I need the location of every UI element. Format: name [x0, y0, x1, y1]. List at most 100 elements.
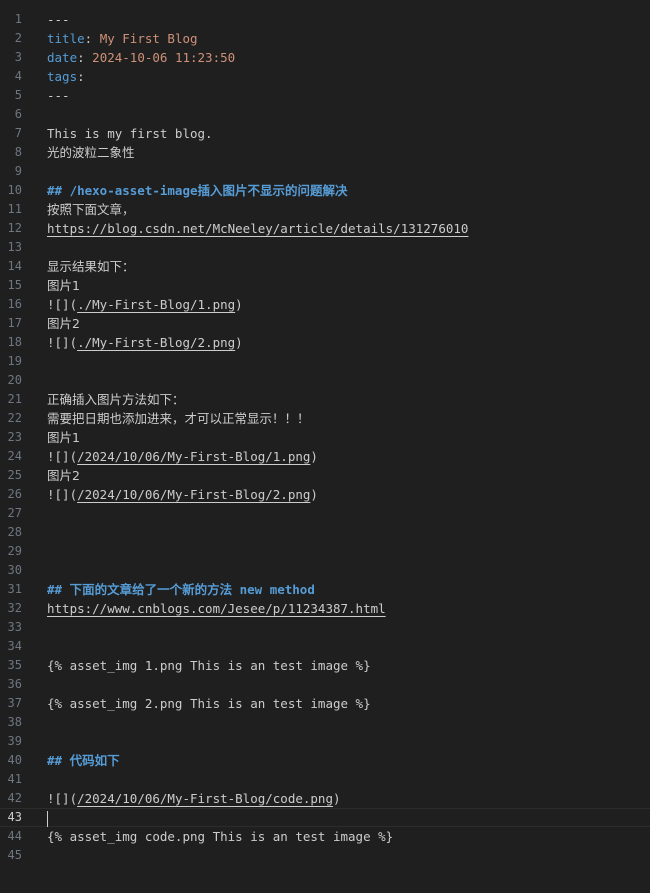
editor-line[interactable]: 4 tags: [0, 67, 650, 86]
line-code[interactable]: 光的波粒二象性 [47, 143, 650, 162]
line-code[interactable]: --- [47, 10, 650, 29]
line-code[interactable]: --- [47, 86, 650, 105]
code-token: ) [235, 335, 243, 350]
code-token: --- [47, 12, 70, 27]
line-code[interactable]: title: My First Blog [47, 29, 650, 48]
editor-line[interactable]: 2 title: My First Blog [0, 29, 650, 48]
editor-line[interactable]: 39 [0, 732, 650, 751]
editor-line[interactable]: 38 [0, 713, 650, 732]
code-token: --- [47, 88, 70, 103]
editor-line[interactable]: 26 ![](/2024/10/06/My-First-Blog/2.png) [0, 485, 650, 504]
editor-line[interactable]: 5 --- [0, 86, 650, 105]
editor-line[interactable]: 22 需要把日期也添加进来，才可以正常显示！！！ [0, 409, 650, 428]
editor-line[interactable]: 32 https://www.cnblogs.com/Jesee/p/112343… [0, 599, 650, 618]
editor-line-current[interactable]: 43 [0, 808, 650, 827]
editor-line[interactable]: 45 [0, 846, 650, 865]
line-number: 38 [7, 715, 22, 729]
line-number: 8 [14, 145, 22, 159]
editor-line[interactable]: 3 date: 2024-10-06 11:23:50 [0, 48, 650, 67]
line-code[interactable]: https://www.cnblogs.com/Jesee/p/11234387… [47, 599, 650, 618]
line-code[interactable]: ![](./My-First-Blog/1.png) [47, 295, 650, 314]
editor-line[interactable]: 31 ## 下面的文章给了一个新的方法 new method [0, 580, 650, 599]
editor-line[interactable]: 25 图片2 [0, 466, 650, 485]
line-code[interactable]: ## 下面的文章给了一个新的方法 new method [47, 580, 650, 599]
editor-line[interactable]: 34 [0, 637, 650, 656]
line-code[interactable]: {% asset_img code.png This is an test im… [47, 827, 650, 846]
line-code[interactable]: 按照下面文章， [47, 200, 650, 219]
link-text[interactable]: /2024/10/06/My-First-Blog/2.png [77, 487, 310, 502]
code-token: 图片2 [47, 316, 80, 331]
line-number: 43 [7, 810, 22, 824]
line-code[interactable]: 图片2 [47, 314, 650, 333]
editor-line[interactable]: 7 This is my first blog. [0, 124, 650, 143]
code-editor[interactable]: 1 --- 2 title: My First Blog 3 date: 2024-10-… [0, 0, 650, 893]
editor-line[interactable]: 30 [0, 561, 650, 580]
line-code[interactable]: tags: [47, 67, 650, 86]
code-token: date [47, 50, 78, 65]
editor-line[interactable]: 24 ![](/2024/10/06/My-First-Blog/1.png) [0, 447, 650, 466]
line-code[interactable]: This is my first blog. [47, 124, 650, 143]
editor-line[interactable]: 29 [0, 542, 650, 561]
line-code[interactable]: ![](/2024/10/06/My-First-Blog/2.png) [47, 485, 650, 504]
line-number: 22 [7, 411, 22, 425]
line-number: 33 [7, 620, 22, 634]
line-code[interactable]: ![](./My-First-Blog/2.png) [47, 333, 650, 352]
line-number: 12 [7, 221, 22, 235]
editor-line[interactable]: 1 --- [0, 10, 650, 29]
editor-line[interactable]: 15 图片1 [0, 276, 650, 295]
editor-line[interactable]: 28 [0, 523, 650, 542]
editor-line[interactable]: 27 [0, 504, 650, 523]
editor-line[interactable]: 44 {% asset_img code.png This is an test … [0, 827, 650, 846]
code-token: : [77, 69, 85, 84]
editor-line[interactable]: 11 按照下面文章， [0, 200, 650, 219]
line-number: 40 [7, 753, 22, 767]
line-code[interactable]: date: 2024-10-06 11:23:50 [47, 48, 650, 67]
link-text[interactable]: https://blog.csdn.net/McNeeley/article/d… [47, 221, 468, 236]
editor-line[interactable]: 33 [0, 618, 650, 637]
editor-line[interactable]: 36 [0, 675, 650, 694]
editor-line[interactable]: 8 光的波粒二象性 [0, 143, 650, 162]
editor-line[interactable]: 13 [0, 238, 650, 257]
editor-line[interactable]: 14 显示结果如下： [0, 257, 650, 276]
line-code[interactable]: 图片1 [47, 276, 650, 295]
editor-line[interactable]: 9 [0, 162, 650, 181]
editor-line[interactable]: 21 正确插入图片方法如下： [0, 390, 650, 409]
line-code[interactable]: 正确插入图片方法如下： [47, 390, 650, 409]
editor-line[interactable]: 18 ![](./My-First-Blog/2.png) [0, 333, 650, 352]
line-code[interactable]: 显示结果如下： [47, 257, 650, 276]
code-token: title [47, 31, 85, 46]
line-code[interactable]: 图片2 [47, 466, 650, 485]
editor-line[interactable]: 40 ## 代码如下 [0, 751, 650, 770]
editor-line[interactable]: 35 {% asset_img 1.png This is an test ima… [0, 656, 650, 675]
line-code[interactable]: 图片1 [47, 428, 650, 447]
editor-line[interactable]: 17 图片2 [0, 314, 650, 333]
link-text[interactable]: /2024/10/06/My-First-Blog/1.png [77, 449, 310, 464]
code-token: This is my first blog. [47, 126, 213, 141]
editor-line[interactable]: 37 {% asset_img 2.png This is an test ima… [0, 694, 650, 713]
editor-line[interactable]: 16 ![](./My-First-Blog/1.png) [0, 295, 650, 314]
editor-line[interactable]: 12 https://blog.csdn.net/McNeeley/article… [0, 219, 650, 238]
editor-line[interactable]: 10 ## /hexo-asset-image插入图片不显示的问题解决 [0, 181, 650, 200]
editor-line[interactable]: 42 ![](/2024/10/06/My-First-Blog/code.png… [0, 789, 650, 808]
link-text[interactable]: /2024/10/06/My-First-Blog/code.png [77, 791, 333, 806]
link-text[interactable]: https://www.cnblogs.com/Jesee/p/11234387… [47, 601, 386, 616]
line-code[interactable]: ![](/2024/10/06/My-First-Blog/1.png) [47, 447, 650, 466]
link-text[interactable]: ./My-First-Blog/2.png [77, 335, 235, 350]
editor-line[interactable]: 20 [0, 371, 650, 390]
editor-line[interactable]: 23 图片1 [0, 428, 650, 447]
line-code[interactable]: ![](/2024/10/06/My-First-Blog/code.png) [47, 789, 650, 808]
line-code[interactable]: ## /hexo-asset-image插入图片不显示的问题解决 [47, 181, 650, 200]
line-code[interactable]: {% asset_img 2.png This is an test image… [47, 694, 650, 713]
editor-line[interactable]: 6 [0, 105, 650, 124]
editor-line[interactable]: 19 [0, 352, 650, 371]
line-number: 44 [7, 829, 22, 843]
line-code[interactable] [47, 809, 650, 827]
line-code[interactable]: ## 代码如下 [47, 751, 650, 770]
line-code[interactable]: {% asset_img 1.png This is an test image… [47, 656, 650, 675]
line-code[interactable]: 需要把日期也添加进来，才可以正常显示！！！ [47, 409, 650, 428]
link-text[interactable]: ./My-First-Blog/1.png [77, 297, 235, 312]
line-number: 39 [7, 734, 22, 748]
code-token: {% asset_img 2.png This is an test image… [47, 696, 371, 711]
editor-line[interactable]: 41 [0, 770, 650, 789]
line-code[interactable]: https://blog.csdn.net/McNeeley/article/d… [47, 219, 650, 238]
